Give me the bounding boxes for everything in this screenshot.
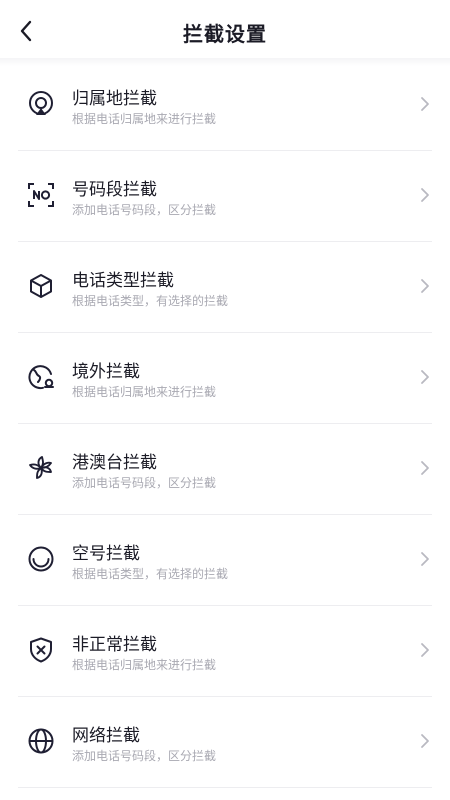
item-subtitle: 根据电话归属地来进行拦截 bbox=[72, 658, 217, 672]
item-title: 网络拦截 bbox=[72, 726, 140, 746]
list-item-location-block[interactable]: 归属地拦截 根据电话归属地来进行拦截 bbox=[18, 60, 432, 151]
item-title: 境外拦截 bbox=[72, 362, 140, 382]
chevron-right-icon bbox=[418, 185, 432, 205]
list-item-number-segment-block[interactable]: 号码段拦截 添加电话号码段，区分拦截 bbox=[18, 151, 432, 242]
chevron-right-icon bbox=[418, 458, 432, 478]
shield-x-icon bbox=[26, 635, 56, 665]
chevron-right-icon bbox=[418, 367, 432, 387]
item-title: 空号拦截 bbox=[72, 544, 140, 564]
cube-icon bbox=[26, 271, 56, 301]
globe-phone-icon bbox=[26, 362, 56, 392]
item-subtitle: 添加电话号码段，区分拦截 bbox=[72, 203, 217, 217]
list-item-abnormal-block[interactable]: 非正常拦截 根据电话归属地来进行拦截 bbox=[18, 606, 432, 697]
list-item-hk-macau-taiwan-block[interactable]: 港澳台拦截 添加电话号码段，区分拦截 bbox=[18, 424, 432, 515]
item-title: 电话类型拦截 bbox=[72, 271, 174, 291]
chevron-right-icon bbox=[418, 94, 432, 114]
item-title: 港澳台拦截 bbox=[72, 453, 157, 473]
item-title: 号码段拦截 bbox=[72, 180, 157, 200]
item-subtitle: 根据电话类型，有选择的拦截 bbox=[72, 567, 229, 581]
number-segment-icon bbox=[26, 180, 56, 210]
item-subtitle: 根据电话归属地来进行拦截 bbox=[72, 112, 217, 126]
chevron-right-icon bbox=[418, 276, 432, 296]
list-item-network-block[interactable]: 网络拦截 添加电话号码段，区分拦截 bbox=[18, 697, 432, 788]
navigation-bar: 拦截设置 bbox=[0, 0, 450, 62]
settings-list: 归属地拦截 根据电话归属地来进行拦截 号码段拦截 添加电话号码段，区分拦截 电话… bbox=[18, 60, 432, 788]
chevron-right-icon bbox=[418, 549, 432, 569]
page-title: 拦截设置 bbox=[183, 22, 267, 46]
list-item-overseas-block[interactable]: 境外拦截 根据电话归属地来进行拦截 bbox=[18, 333, 432, 424]
list-item-phone-type-block[interactable]: 电话类型拦截 根据电话类型，有选择的拦截 bbox=[18, 242, 432, 333]
bauhinia-flower-icon bbox=[26, 453, 56, 483]
item-title: 非正常拦截 bbox=[72, 635, 157, 655]
chevron-right-icon bbox=[418, 731, 432, 751]
item-subtitle: 根据电话归属地来进行拦截 bbox=[72, 385, 217, 399]
chevron-right-icon bbox=[418, 640, 432, 660]
item-title: 归属地拦截 bbox=[72, 89, 157, 109]
item-subtitle: 根据电话类型，有选择的拦截 bbox=[72, 294, 229, 308]
globe-icon bbox=[26, 726, 56, 756]
item-subtitle: 添加电话号码段，区分拦截 bbox=[72, 749, 217, 763]
empty-circle-icon bbox=[26, 544, 56, 574]
list-item-empty-number-block[interactable]: 空号拦截 根据电话类型，有选择的拦截 bbox=[18, 515, 432, 606]
item-subtitle: 添加电话号码段，区分拦截 bbox=[72, 476, 217, 490]
location-pin-icon bbox=[26, 89, 56, 119]
